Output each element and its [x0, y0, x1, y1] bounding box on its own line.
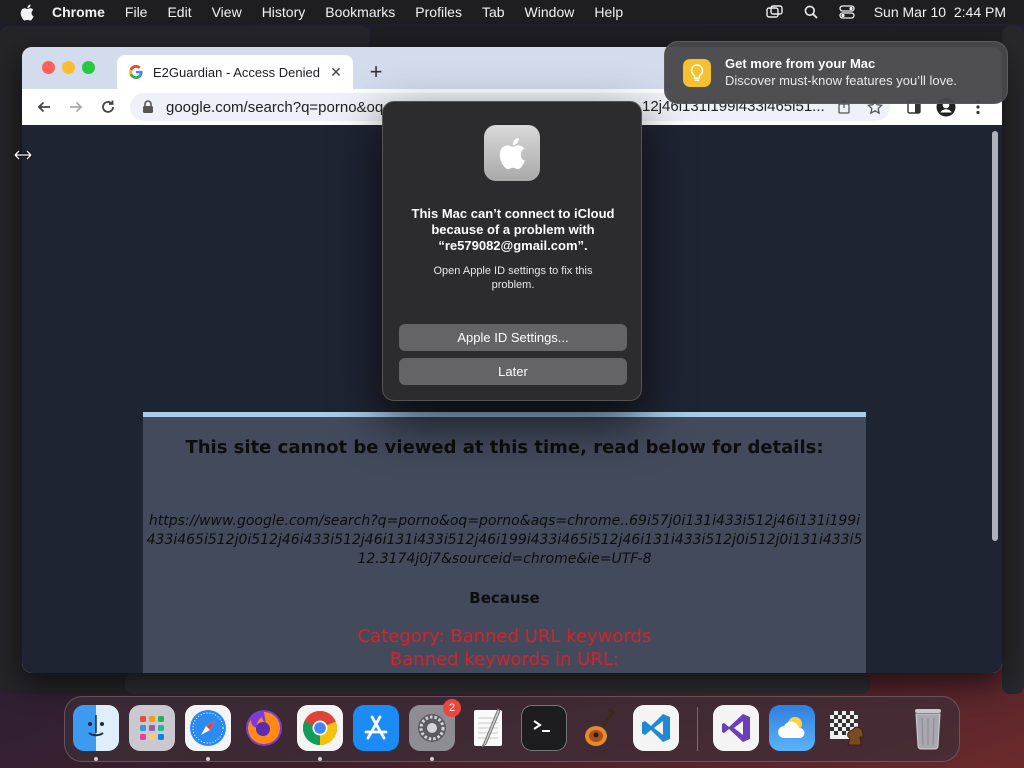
scrollbar-thumb[interactable] [992, 131, 998, 541]
dock-visual-studio-icon[interactable] [713, 705, 759, 751]
dock-separator [697, 707, 698, 751]
menu-profiles[interactable]: Profiles [415, 4, 462, 20]
google-favicon-icon [129, 65, 143, 79]
background-window [125, 672, 870, 694]
page-scrollbar[interactable] [990, 131, 1000, 661]
control-center-icon[interactable] [838, 4, 856, 20]
dock-running-indicator [94, 757, 98, 761]
because-label: Because [469, 589, 540, 607]
dock-launchpad-icon[interactable] [129, 705, 175, 751]
background-window [1002, 26, 1024, 694]
notification-body: Discover must-know features you’ll love. [725, 73, 957, 88]
back-button[interactable] [32, 95, 56, 119]
resize-cursor-icon [13, 148, 33, 162]
new-tab-button[interactable]: + [364, 60, 388, 84]
menu-help[interactable]: Help [594, 4, 623, 20]
dock-garageband-icon[interactable] [577, 705, 623, 751]
access-denied-panel: This site cannot be viewed at this time,… [143, 412, 866, 673]
tab-close-icon[interactable]: ✕ [325, 61, 347, 83]
dock-system-settings-icon[interactable]: 2 [409, 699, 461, 751]
forward-button[interactable] [64, 95, 88, 119]
blocked-url: https://www.google.com/search?q=porno&oq… [146, 513, 863, 567]
dialog-title: This Mac can’t connect to iCloud because… [411, 206, 615, 253]
dock-app-store-icon[interactable] [353, 705, 399, 751]
page-headline: This site cannot be viewed at this time,… [185, 437, 824, 458]
notification-badge: 2 [443, 699, 461, 717]
menu-edit[interactable]: Edit [167, 4, 191, 20]
menu-window[interactable]: Window [525, 4, 575, 20]
menu-view[interactable]: View [212, 4, 242, 20]
tips-lightbulb-icon [683, 59, 711, 87]
dock-weather-icon[interactable] [769, 705, 815, 751]
dialog-message: Open Apple ID settings to fix this probl… [433, 265, 593, 291]
dock: 2 [64, 696, 960, 762]
dock-vscode-icon[interactable] [633, 705, 679, 751]
dock-running-indicator [318, 757, 322, 761]
menu-bookmarks[interactable]: Bookmarks [325, 4, 395, 20]
dock-safari-icon[interactable] [185, 705, 231, 751]
close-window-button[interactable] [42, 61, 55, 74]
dock-chrome-icon[interactable] [297, 705, 343, 751]
tips-notification[interactable]: Get more from your Mac Discover must-kno… [664, 41, 1008, 104]
lock-icon[interactable] [142, 100, 156, 114]
block-reason: Banned keywords in URL: [389, 649, 620, 670]
apple-id-settings-button[interactable]: Apple ID Settings... [399, 324, 627, 351]
dock-chess-icon[interactable] [825, 705, 871, 751]
dock-running-indicator [206, 757, 210, 761]
menu-bar: Chrome File Edit View History Bookmarks … [0, 0, 1024, 24]
dock-textedit-icon[interactable] [465, 705, 511, 751]
menu-app-name[interactable]: Chrome [52, 4, 105, 20]
minimize-window-button[interactable] [62, 61, 75, 74]
apple-logo-icon [484, 125, 540, 181]
tab-title: E2Guardian - Access Denied [153, 64, 320, 80]
icloud-alert-dialog: This Mac can’t connect to iCloud because… [382, 101, 642, 401]
later-button[interactable]: Later [399, 358, 627, 385]
dock-firefox-icon[interactable] [241, 705, 287, 751]
menu-file[interactable]: File [125, 4, 148, 20]
spotlight-search-icon[interactable] [802, 4, 820, 20]
apple-menu-icon[interactable] [18, 3, 36, 21]
dock-running-indicator [430, 757, 434, 761]
menu-history[interactable]: History [262, 4, 306, 20]
reload-button[interactable] [96, 95, 120, 119]
notification-title: Get more from your Mac [725, 56, 876, 71]
menu-clock[interactable]: Sun Mar 10 2:44 PM [874, 4, 1006, 20]
dock-trash-icon[interactable] [905, 705, 951, 751]
dock-finder-icon[interactable] [73, 705, 119, 751]
zoom-window-button[interactable] [82, 61, 95, 74]
dock-terminal-icon[interactable] [521, 705, 567, 751]
tab-e2guardian[interactable]: E2Guardian - Access Denied ✕ [117, 55, 353, 89]
screen-mirroring-icon[interactable] [766, 4, 784, 20]
menu-tab[interactable]: Tab [482, 4, 505, 20]
block-category: Category: Banned URL keywords [357, 626, 652, 647]
